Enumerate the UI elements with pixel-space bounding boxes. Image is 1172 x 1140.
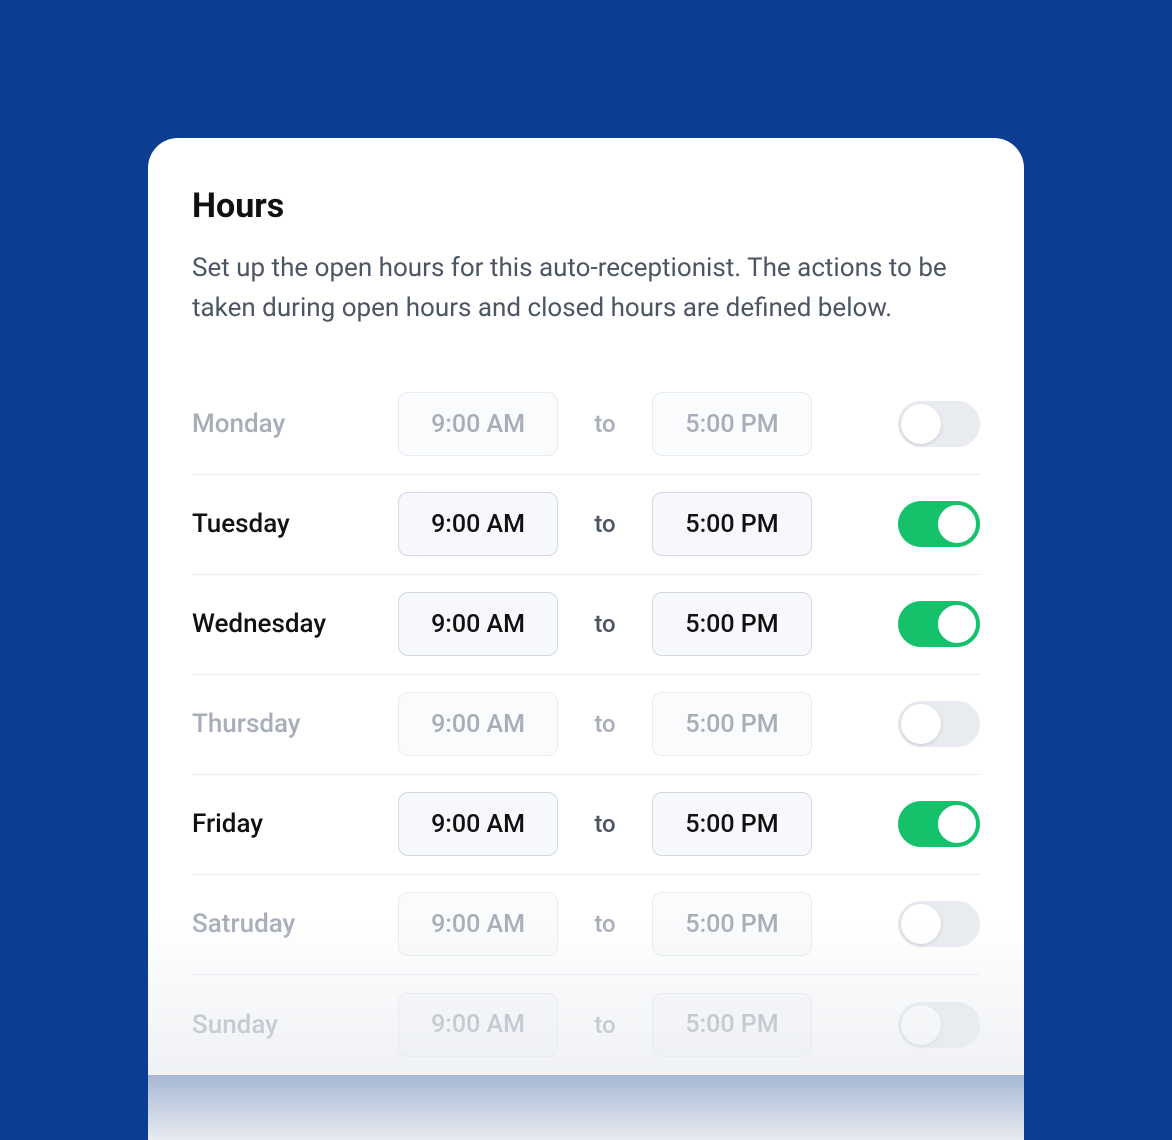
day-label: Thursday [192, 709, 398, 739]
open-time-input[interactable]: 9:00 AM [398, 792, 558, 856]
open-time-input[interactable]: 9:00 AM [398, 993, 558, 1057]
day-toggle[interactable] [898, 801, 980, 847]
toggle-knob [901, 1005, 941, 1045]
day-toggle[interactable] [898, 701, 980, 747]
toggle-knob [901, 404, 941, 444]
page-title: Hours [192, 186, 980, 226]
close-time-input[interactable]: 5:00 PM [652, 492, 812, 556]
to-label: to [558, 910, 652, 938]
open-time-input[interactable]: 9:00 AM [398, 492, 558, 556]
open-time-input[interactable]: 9:00 AM [398, 592, 558, 656]
toggle-knob [901, 704, 941, 744]
close-time-input[interactable]: 5:00 PM [652, 692, 812, 756]
toggle-knob [937, 804, 977, 844]
day-toggle[interactable] [898, 601, 980, 647]
day-toggle[interactable] [898, 901, 980, 947]
day-row: Sunday9:00 AMto5:00 PM [192, 975, 980, 1075]
to-label: to [558, 1011, 652, 1039]
page-description: Set up the open hours for this auto-rece… [192, 248, 980, 329]
open-time-input[interactable]: 9:00 AM [398, 892, 558, 956]
close-time-input[interactable]: 5:00 PM [652, 993, 812, 1057]
close-time-input[interactable]: 5:00 PM [652, 792, 812, 856]
to-label: to [558, 710, 652, 738]
to-label: to [558, 810, 652, 838]
day-row: Tuesday9:00 AMto5:00 PM [192, 475, 980, 575]
toggle-knob [937, 504, 977, 544]
day-row: Monday9:00 AMto5:00 PM [192, 375, 980, 475]
toggle-knob [901, 904, 941, 944]
open-time-input[interactable]: 9:00 AM [398, 392, 558, 456]
toggle-knob [937, 604, 977, 644]
to-label: to [558, 510, 652, 538]
day-label: Monday [192, 409, 398, 439]
day-label: Satruday [192, 909, 398, 939]
day-toggle[interactable] [898, 501, 980, 547]
to-label: to [558, 410, 652, 438]
day-toggle[interactable] [898, 1002, 980, 1048]
close-time-input[interactable]: 5:00 PM [652, 592, 812, 656]
day-toggle[interactable] [898, 401, 980, 447]
close-time-input[interactable]: 5:00 PM [652, 892, 812, 956]
to-label: to [558, 610, 652, 638]
day-row: Thursday9:00 AMto5:00 PM [192, 675, 980, 775]
day-row: Wednesday9:00 AMto5:00 PM [192, 575, 980, 675]
close-time-input[interactable]: 5:00 PM [652, 392, 812, 456]
day-row: Friday9:00 AMto5:00 PM [192, 775, 980, 875]
open-time-input[interactable]: 9:00 AM [398, 692, 558, 756]
day-label: Sunday [192, 1010, 398, 1040]
hours-card: Hours Set up the open hours for this aut… [148, 138, 1024, 1075]
day-label: Friday [192, 809, 398, 839]
day-label: Tuesday [192, 509, 398, 539]
hours-rows: Monday9:00 AMto5:00 PMTuesday9:00 AMto5:… [192, 375, 980, 1075]
day-label: Wednesday [192, 609, 398, 639]
day-row: Satruday9:00 AMto5:00 PM [192, 875, 980, 975]
